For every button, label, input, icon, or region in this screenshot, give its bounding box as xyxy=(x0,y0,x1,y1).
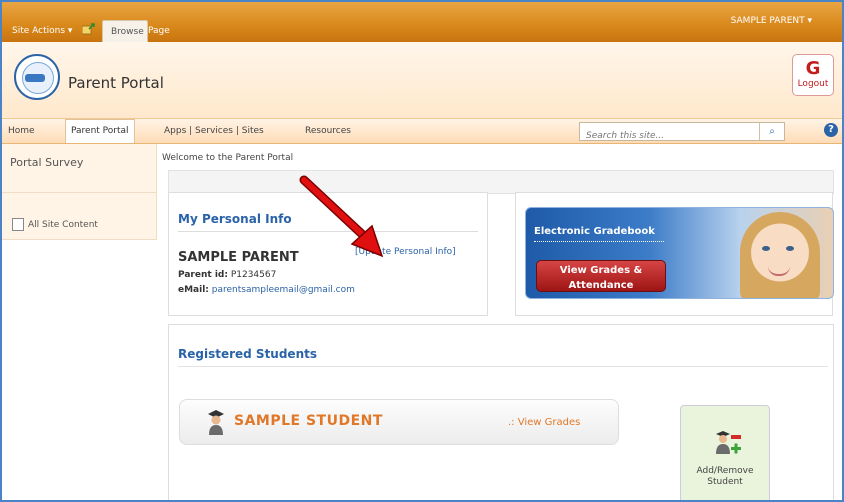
parent-id-row: Parent id: P1234567 xyxy=(178,270,276,280)
logout-label: Logout xyxy=(797,79,829,89)
gradebook-banner[interactable]: Electronic Gradebook View Grades & Atten… xyxy=(525,207,834,299)
gradebook-dotted-rule xyxy=(534,241,664,242)
nav-item-apps-services-sites[interactable]: Apps | Services | Sites xyxy=(164,119,264,143)
top-navigation: Home Parent Portal Apps | Services | Sit… xyxy=(2,119,842,144)
view-grades-attendance-button[interactable]: View Grades & Attendance xyxy=(536,260,666,292)
add-remove-student-button[interactable]: Add/Remove Student xyxy=(680,405,770,500)
search-input[interactable] xyxy=(580,129,762,143)
leftnav-divider xyxy=(2,192,156,193)
gradebook-panel: Electronic Gradebook View Grades & Atten… xyxy=(515,192,834,316)
view-grades-label-line2: Attendance xyxy=(568,280,634,291)
registered-students-title: Registered Students xyxy=(178,347,317,361)
ribbon-bar: Site Actions ▾ Browse Page SAMPLE PARENT… xyxy=(2,2,842,43)
navigate-up-icon[interactable] xyxy=(82,23,96,35)
email-row: eMail: parentsampleemail@gmail.com xyxy=(178,285,355,295)
parent-name: SAMPLE PARENT xyxy=(178,250,299,265)
add-remove-student-icon xyxy=(716,431,741,454)
gradebook-title: Electronic Gradebook xyxy=(534,226,655,237)
tab-page[interactable]: Page xyxy=(140,20,178,42)
content-strip xyxy=(168,170,834,194)
email-label: eMail: xyxy=(178,285,209,295)
site-content-icon xyxy=(12,218,24,231)
view-grades-link[interactable]: .: View Grades xyxy=(508,417,580,428)
student-name[interactable]: SAMPLE STUDENT xyxy=(234,413,383,429)
add-remove-student-label: Add/Remove Student xyxy=(681,466,769,488)
student-photo-icon xyxy=(740,212,820,298)
site-header: Parent Portal xyxy=(2,42,842,119)
leftnav-label-all-site-content: All Site Content xyxy=(28,220,98,230)
student-card[interactable]: SAMPLE STUDENT .: View Grades xyxy=(179,399,619,445)
nav-item-home[interactable]: Home xyxy=(8,119,35,143)
update-personal-info-link[interactable]: [Update Personal Info] xyxy=(355,247,456,257)
left-navigation: Portal Survey All Site Content xyxy=(2,144,157,240)
parent-id-value: P1234567 xyxy=(230,270,277,280)
search-icon[interactable]: ⌕ xyxy=(759,123,784,140)
leftnav-item-all-site-content[interactable]: All Site Content xyxy=(12,218,98,231)
personal-info-title: My Personal Info xyxy=(178,212,292,226)
add-remove-line2: Student xyxy=(707,477,743,487)
page-title[interactable]: Parent Portal xyxy=(68,74,164,92)
search-box: ⌕ xyxy=(579,122,785,143)
logout-icon: G xyxy=(805,58,821,79)
personal-info-divider xyxy=(178,231,478,232)
leftnav-item-portal-survey[interactable]: Portal Survey xyxy=(10,156,83,169)
view-grades-label-line1: View Grades & xyxy=(559,265,643,276)
user-menu[interactable]: SAMPLE PARENT ▾ xyxy=(731,16,812,26)
graduate-student-icon xyxy=(208,410,224,435)
registered-students-panel: Registered Students SAMPLE STUDENT .: Vi… xyxy=(168,324,834,500)
registered-students-divider xyxy=(178,366,828,367)
nav-item-resources[interactable]: Resources xyxy=(305,119,351,143)
add-remove-line1: Add/Remove xyxy=(696,466,754,476)
personal-info-panel: My Personal Info SAMPLE PARENT [Update P… xyxy=(168,192,488,316)
parent-id-label: Parent id: xyxy=(178,270,228,280)
logout-button[interactable]: G Logout xyxy=(792,54,834,96)
help-icon[interactable]: ? xyxy=(824,123,838,137)
district-logo-icon[interactable] xyxy=(14,54,60,100)
browser-frame: Site Actions ▾ Browse Page SAMPLE PARENT… xyxy=(0,0,844,502)
site-actions-menu[interactable]: Site Actions ▾ xyxy=(12,26,72,36)
nav-item-parent-portal[interactable]: Parent Portal xyxy=(65,119,135,143)
email-value[interactable]: parentsampleemail@gmail.com xyxy=(212,285,355,295)
welcome-text: Welcome to the Parent Portal xyxy=(162,153,294,163)
